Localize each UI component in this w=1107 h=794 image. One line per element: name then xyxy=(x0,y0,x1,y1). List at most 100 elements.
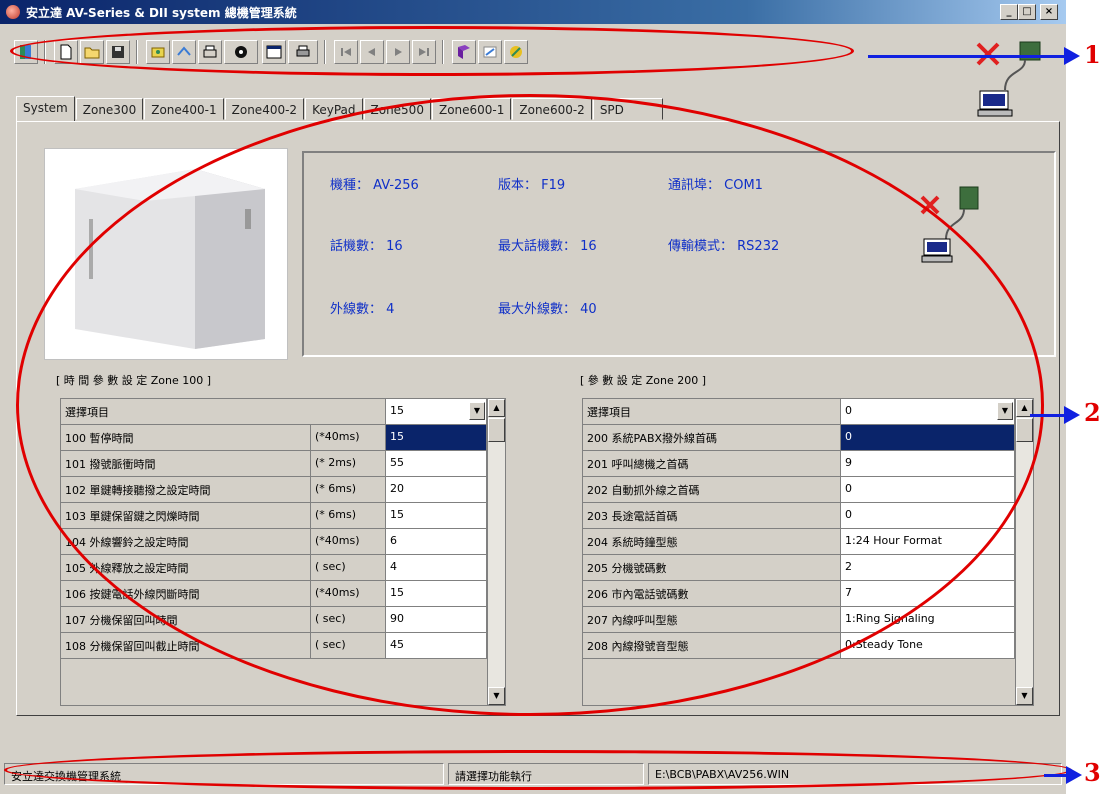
left-scrollbar[interactable]: ▲ ▼ xyxy=(487,399,505,705)
select-item-label: 選擇項目 xyxy=(61,399,386,425)
scroll-thumb[interactable] xyxy=(488,418,505,442)
tab-zone600-2[interactable]: Zone600-2 xyxy=(512,98,592,120)
table-row: 選擇項目 0 ▼ xyxy=(583,399,1015,425)
right-scrollbar[interactable]: ▲ ▼ xyxy=(1015,399,1033,705)
tab-system[interactable]: System xyxy=(16,96,75,121)
table-row: 207 內線呼叫型態 1:Ring Signaling xyxy=(583,607,1015,633)
new-file-icon[interactable] xyxy=(54,40,78,64)
row-value-cell[interactable]: 2 xyxy=(841,555,1015,581)
params-grid: 選擇項目 0 ▼ 200 系統PABX撥外線首碼 0 201 呼叫總機之首碼 9 202 … xyxy=(582,398,1034,706)
app-icon xyxy=(6,5,20,19)
max-extensions-info: 最大話機數： 16 xyxy=(498,239,597,254)
row-label: 205 分機號碼數 xyxy=(583,555,841,581)
row-value-cell[interactable]: 0 xyxy=(841,503,1015,529)
table-row: 104 外線響鈴之設定時間 (*40ms) 6 xyxy=(61,529,487,555)
print-icon[interactable] xyxy=(288,40,318,64)
row-value-cell[interactable]: 20 xyxy=(386,477,487,503)
row-value-cell[interactable]: 4 xyxy=(386,555,487,581)
print-setup-icon[interactable] xyxy=(198,40,222,64)
row-label: 104 外線響鈴之設定時間 xyxy=(61,529,311,555)
status-bar: 安立達交換機管理系統 請選擇功能執行 E:\BCB\PABX\AV256.WIN xyxy=(0,760,1066,788)
row-value-cell[interactable]: 9 xyxy=(841,451,1015,477)
row-unit: ( sec) xyxy=(311,633,386,659)
first-record-icon[interactable] xyxy=(334,40,358,64)
minimize-button[interactable]: _ xyxy=(1000,4,1018,20)
table-row: 204 系統時鐘型態 1:24 Hour Format xyxy=(583,529,1015,555)
row-label: 107 分機保留回叫時間 xyxy=(61,607,311,633)
select-item-label: 選擇項目 xyxy=(583,399,841,425)
row-value-cell[interactable]: 1:24 Hour Format xyxy=(841,529,1015,555)
connection-status-icon xyxy=(920,186,979,263)
row-value-cell[interactable]: 15 xyxy=(386,425,487,451)
dropdown-arrow-icon[interactable]: ▼ xyxy=(469,402,485,420)
annotation-arrow-1 xyxy=(868,47,1080,65)
open-folder-icon[interactable] xyxy=(80,40,104,64)
row-label: 208 內線撥號音型態 xyxy=(583,633,841,659)
table-row: 205 分機號碼數 2 xyxy=(583,555,1015,581)
row-label: 105 外線釋放之設定時間 xyxy=(61,555,311,581)
scroll-down-icon[interactable]: ▼ xyxy=(1016,687,1033,705)
row-unit: (*40ms) xyxy=(311,425,386,451)
view-icon[interactable] xyxy=(224,40,258,64)
tab-spd[interactable]: SPD xyxy=(592,98,663,120)
settings-icon[interactable] xyxy=(478,40,502,64)
row-label: 102 單鍵轉接聽撥之設定時間 xyxy=(61,477,311,503)
row-value-cell[interactable]: 45 xyxy=(386,633,487,659)
table-row: 201 呼叫總機之首碼 9 xyxy=(583,451,1015,477)
device-image xyxy=(44,148,288,360)
tab-zone400-1[interactable]: Zone400-1 xyxy=(144,98,224,120)
row-value-cell[interactable]: 55 xyxy=(386,451,487,477)
prev-record-icon[interactable] xyxy=(360,40,384,64)
tab-zone500[interactable]: Zone500 xyxy=(363,98,431,120)
row-value-cell[interactable]: 7 xyxy=(841,581,1015,607)
table-row: 202 自動抓外線之首碼 0 xyxy=(583,477,1015,503)
scroll-thumb[interactable] xyxy=(1016,418,1033,442)
lines-info: 外線數： 4 xyxy=(330,302,395,317)
maximize-button[interactable]: □ xyxy=(1018,4,1036,20)
row-value-cell[interactable]: 15 xyxy=(386,581,487,607)
scroll-down-icon[interactable]: ▼ xyxy=(488,687,505,705)
select-item-combo[interactable]: 0 ▼ xyxy=(841,399,1015,425)
save-icon[interactable] xyxy=(106,40,130,64)
row-value-cell[interactable]: 0 xyxy=(841,477,1015,503)
exit-icon[interactable] xyxy=(14,40,38,64)
next-record-icon[interactable] xyxy=(386,40,410,64)
table-row: 106 按鍵電話外線閃斷時間 (*40ms) 15 xyxy=(61,581,487,607)
select-item-combo[interactable]: 15 ▼ xyxy=(386,399,487,425)
row-label: 204 系統時鐘型態 xyxy=(583,529,841,555)
annotation-arrow-3 xyxy=(1044,766,1082,784)
table-row: 206 市內電話號碼數 7 xyxy=(583,581,1015,607)
row-label: 101 撥號脈衝時間 xyxy=(61,451,311,477)
row-unit: (* 6ms) xyxy=(311,477,386,503)
row-value-cell[interactable]: 15 xyxy=(386,503,487,529)
row-value-cell[interactable]: 90 xyxy=(386,607,487,633)
tab-zone400-2[interactable]: Zone400-2 xyxy=(224,98,305,120)
transfer-icon[interactable] xyxy=(172,40,196,64)
time-params-grid: 選擇項目 15 ▼ 100 暫停時間 (*40ms) 15 101 撥號脈衝時間 (* 2… xyxy=(60,398,506,706)
book-icon[interactable] xyxy=(452,40,476,64)
last-record-icon[interactable] xyxy=(412,40,436,64)
tab-zone300[interactable]: Zone300 xyxy=(75,98,144,120)
row-label: 202 自動抓外線之首碼 xyxy=(583,477,841,503)
row-value-cell[interactable]: 1:Ring Signaling xyxy=(841,607,1015,633)
table-row: 203 長途電話首碼 0 xyxy=(583,503,1015,529)
row-value-cell[interactable]: 6 xyxy=(386,529,487,555)
layout-icon[interactable] xyxy=(262,40,286,64)
wizard-icon[interactable] xyxy=(504,40,528,64)
row-unit: (* 2ms) xyxy=(311,451,386,477)
tab-zone600-1[interactable]: Zone600-1 xyxy=(431,98,512,120)
row-unit: ( sec) xyxy=(311,607,386,633)
row-value-cell[interactable]: 0 xyxy=(841,425,1015,451)
model-info: 機種： AV-256 xyxy=(330,178,419,193)
scroll-up-icon[interactable]: ▲ xyxy=(488,399,505,417)
tab-keypad[interactable]: KeyPad xyxy=(305,98,363,120)
table-row: 100 暫停時間 (*40ms) 15 xyxy=(61,425,487,451)
connect-icon[interactable] xyxy=(146,40,170,64)
max-lines-info: 最大外線數： 40 xyxy=(498,302,597,317)
row-value-cell[interactable]: 0:Steady Tone xyxy=(841,633,1015,659)
combo-value: 15 xyxy=(390,404,404,417)
close-button[interactable]: × xyxy=(1040,4,1058,20)
dropdown-arrow-icon[interactable]: ▼ xyxy=(997,402,1013,420)
table-row: 101 撥號脈衝時間 (* 2ms) 55 xyxy=(61,451,487,477)
table-row: 選擇項目 15 ▼ xyxy=(61,399,487,425)
